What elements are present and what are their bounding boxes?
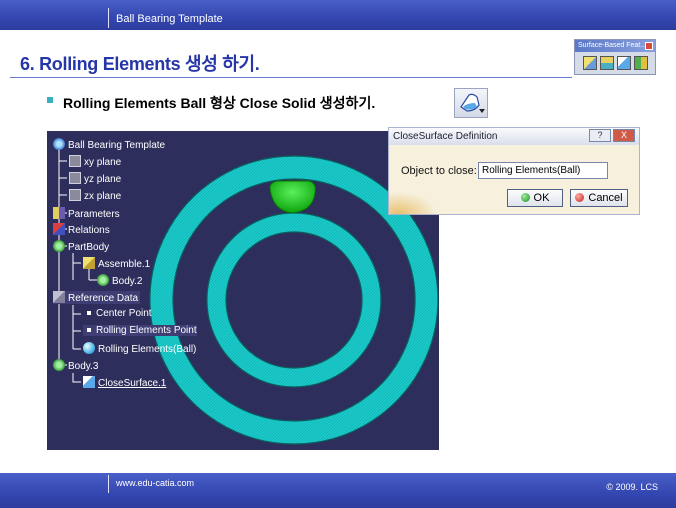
parameters-label: Parameters <box>68 209 120 220</box>
dialog-decoration <box>389 192 437 214</box>
cancel-icon <box>575 193 585 202</box>
header-divider <box>108 8 109 28</box>
slide-title: 6. Rolling Elements 생성 하기. <box>20 54 260 74</box>
tree-root-label: Ball Bearing Template <box>68 140 166 151</box>
cancel-button[interactable]: Cancel <box>570 189 628 207</box>
tree-node-body3[interactable]: Body.3 <box>53 359 98 372</box>
tree-node-center-point[interactable]: Center Point <box>83 308 152 319</box>
point-icon <box>87 311 91 315</box>
toolbar-close-icon[interactable] <box>645 42 653 50</box>
bullet-text: Rolling Elements Ball 형상 Close Solid 생성하… <box>63 95 376 111</box>
dialog-titlebar[interactable]: CloseSurface Definition ? X <box>389 128 639 145</box>
toolbar-icons <box>575 52 655 70</box>
body3-label: Body.3 <box>68 361 99 372</box>
3d-viewport[interactable]: Ball Bearing Template xy plane yz plane … <box>47 131 439 450</box>
object-to-close-field[interactable]: Rolling Elements(Ball) <box>478 162 608 179</box>
assemble-icon <box>83 257 95 269</box>
zx-plane-label: zx plane <box>84 191 122 202</box>
close-surface-icon <box>460 93 485 113</box>
tree-node-relations[interactable]: Relations <box>53 223 110 236</box>
footer-url[interactable]: www.edu-catia.com <box>116 478 194 488</box>
sphere-icon <box>83 342 95 354</box>
cancel-label: Cancel <box>588 192 623 204</box>
tree-node-yz-plane[interactable]: yz plane <box>69 172 121 185</box>
inner-ring <box>206 212 382 388</box>
closesurface-label: CloseSurface.1 <box>98 378 167 389</box>
header-title: Ball Bearing Template <box>116 13 223 25</box>
help-button[interactable]: ? <box>589 129 611 142</box>
point-icon <box>87 328 91 332</box>
header-bar: Ball Bearing Template <box>0 0 676 30</box>
gear-icon <box>53 138 65 150</box>
split-icon[interactable] <box>583 56 597 70</box>
tree-node-parameters[interactable]: Parameters <box>53 207 120 220</box>
dialog-title-buttons: ? X <box>589 129 635 142</box>
thick-surface-icon[interactable] <box>600 56 614 70</box>
dialog-close-button[interactable]: X <box>613 129 635 142</box>
tree-node-assemble[interactable]: Assemble.1 <box>83 257 150 270</box>
parameters-icon <box>53 207 65 219</box>
object-to-close-label: Object to close: <box>401 165 477 177</box>
bullet-marker <box>47 97 53 103</box>
body2-label: Body.2 <box>112 276 143 287</box>
sew-surface-icon[interactable] <box>634 56 648 70</box>
ok-button[interactable]: OK <box>507 189 563 207</box>
dialog-title: CloseSurface Definition <box>393 131 498 142</box>
footer-bar: www.edu-catia.com © 2009. LCS <box>0 473 676 508</box>
title-divider <box>10 77 572 78</box>
closesurface-definition-dialog[interactable]: CloseSurface Definition ? X Object to cl… <box>388 127 640 215</box>
rolling-element-ball <box>269 180 316 214</box>
body-icon <box>97 274 109 286</box>
close-surface-icon <box>83 376 95 388</box>
plane-icon <box>69 155 81 167</box>
tree-node-rolling-elements-point[interactable]: Rolling Elements Point <box>83 325 197 336</box>
rolling-elements-point-label: Rolling Elements Point <box>96 325 197 336</box>
tree-node-closesurface[interactable]: CloseSurface.1 <box>83 376 166 389</box>
partbody-label: PartBody <box>68 242 110 253</box>
tree-node-root[interactable]: Ball Bearing Template <box>53 138 165 151</box>
tree-node-body2[interactable]: Body.2 <box>97 274 142 287</box>
toolbar-title-label: Surface-Based Feat... <box>578 42 647 49</box>
body-icon <box>53 359 65 371</box>
close-surface-tool-button[interactable] <box>454 88 488 118</box>
relations-label: Relations <box>68 225 110 236</box>
close-surface-icon[interactable] <box>617 56 631 70</box>
plane-icon <box>69 189 81 201</box>
plane-icon <box>69 172 81 184</box>
ok-label: OK <box>533 192 550 204</box>
surface-based-features-toolbar[interactable]: Surface-Based Feat... <box>574 39 656 75</box>
ok-icon <box>520 193 530 202</box>
center-point-label: Center Point <box>96 308 152 319</box>
footer-divider <box>108 475 109 493</box>
tree-node-partbody[interactable]: PartBody <box>53 240 109 253</box>
toolbar-title: Surface-Based Feat... <box>575 40 655 52</box>
relations-icon <box>53 223 65 235</box>
xy-plane-label: xy plane <box>84 157 122 168</box>
yz-plane-label: yz plane <box>84 174 122 185</box>
footer-copyright: © 2009. LCS <box>606 482 658 492</box>
tree-node-rolling-elements-ball[interactable]: Rolling Elements(Ball) <box>83 342 196 355</box>
body-icon <box>53 240 65 252</box>
tree-node-reference-data[interactable]: Reference Data <box>53 291 141 304</box>
tree-node-xy-plane[interactable]: xy plane <box>69 155 121 168</box>
assemble-label: Assemble.1 <box>98 259 151 270</box>
specification-tree: Ball Bearing Template xy plane yz plane … <box>47 131 217 401</box>
rolling-elements-ball-label: Rolling Elements(Ball) <box>98 344 197 355</box>
tree-node-zx-plane[interactable]: zx plane <box>69 189 121 202</box>
reference-data-label: Reference Data <box>68 293 139 304</box>
geometrical-set-icon <box>53 291 65 303</box>
